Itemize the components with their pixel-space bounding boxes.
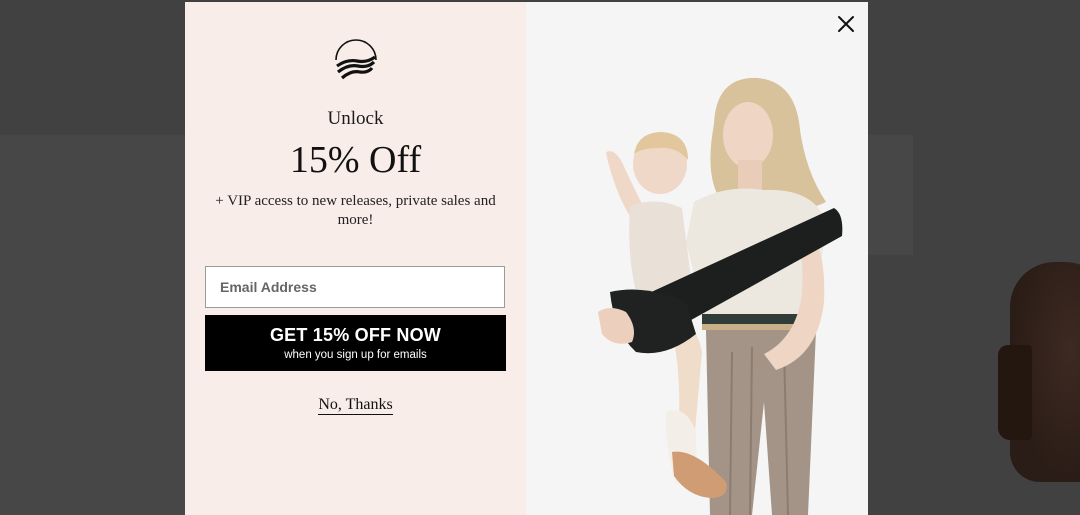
background-content-block: [868, 135, 913, 255]
decline-link-wrapper: No, Thanks: [185, 396, 526, 415]
popup-subtext: + VIP access to new releases, private sa…: [215, 193, 496, 228]
sunrise-fields-icon: [335, 39, 377, 80]
cta-sub-label: when you sign up for emails: [284, 349, 427, 361]
popup-content-panel: Unlock 15% Off + VIP access to new relea…: [185, 2, 526, 515]
close-icon[interactable]: [836, 14, 856, 34]
popup-image-panel: [526, 2, 868, 515]
promo-photo: [526, 2, 868, 515]
get-discount-button[interactable]: GET 15% OFF NOW when you sign up for ema…: [205, 315, 506, 371]
background-product-bag-pocket: [998, 345, 1032, 440]
background-content-block: [0, 135, 185, 515]
email-field[interactable]: [205, 266, 505, 308]
popup-eyebrow: Unlock: [327, 108, 384, 129]
popup-headline: 15% Off: [289, 139, 422, 181]
cta-main-label: GET 15% OFF NOW: [269, 325, 441, 345]
no-thanks-link[interactable]: No, Thanks: [318, 396, 393, 415]
email-signup-popup: Unlock 15% Off + VIP access to new relea…: [185, 2, 868, 515]
